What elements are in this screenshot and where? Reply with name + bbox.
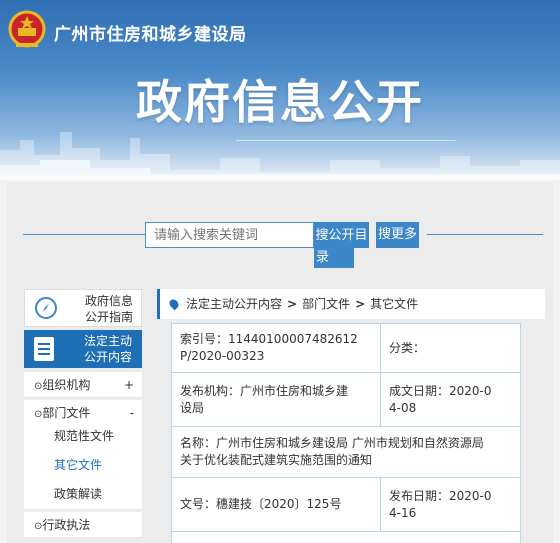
breadcrumb: 法定主动公开内容 > 部门文件 > 其它文件 bbox=[157, 289, 545, 319]
sidebar-active-label-line1: 法定主动 bbox=[83, 334, 132, 348]
doc-created-line2: 4-08 bbox=[389, 401, 417, 415]
doc-title-line2: 关于优化装配式建筑实施范围的通知 bbox=[180, 453, 373, 467]
search-button-label-line2: 录 bbox=[316, 250, 330, 265]
doc-category: 分类： bbox=[380, 323, 521, 373]
doc-index-line1: 索引号：114401000074826​12 bbox=[180, 332, 358, 346]
doc-published-line2: 4-16 bbox=[389, 506, 417, 520]
submenu-item-regulations[interactable]: 规范性文件 bbox=[24, 422, 142, 451]
sidebar-item-active-disclosure[interactable]: 法定主动 公开内容 bbox=[24, 330, 142, 368]
doc-created-date: 成文日期：2020-0 4-08 bbox=[380, 372, 521, 427]
menu-law-enforcement-label: 行政执法 bbox=[42, 518, 91, 532]
doc-issuer-line2: 设局 bbox=[180, 401, 205, 415]
doc-number: 文号：穗建技〔2020〕125号 bbox=[171, 477, 381, 532]
doc-issuer-line1: 发布机构：广州市住房和城乡建 bbox=[180, 384, 349, 398]
breadcrumb-separator-icon: > bbox=[287, 297, 298, 311]
doc-title: 名称：广州市住房和城乡建设局 广州市规划和自然资源局 关于优化装配式建筑实施范围… bbox=[171, 426, 521, 478]
sidebar-guide-label-line2: 公开指南 bbox=[84, 310, 133, 324]
search-directory-button[interactable]: 搜公开目 录 bbox=[314, 222, 369, 265]
breadcrumb-item[interactable]: 部门文件 bbox=[302, 297, 350, 311]
submenu-item-other-docs[interactable]: 其它文件 bbox=[24, 451, 142, 480]
title-divider bbox=[236, 140, 456, 141]
site-title[interactable]: 广州市住房和城乡建设局 bbox=[54, 20, 247, 45]
sidebar-active-label-line2: 公开内容 bbox=[83, 350, 132, 364]
menu-item-organization[interactable]: ⊙组织机构 + bbox=[24, 372, 142, 398]
breadcrumb-item[interactable]: 其它文件 bbox=[370, 297, 418, 311]
expand-plus-icon[interactable]: + bbox=[124, 372, 134, 398]
doc-issuer: 发布机构：广州市住房和城乡建 设局 bbox=[171, 372, 381, 427]
menu-department-docs-label: 部门文件 bbox=[42, 406, 91, 420]
compass-icon bbox=[35, 297, 57, 319]
sidebar-guide-label-line1: 政府信息 bbox=[84, 294, 133, 308]
doc-table-continuation bbox=[171, 531, 521, 543]
search-divider-left bbox=[23, 234, 147, 235]
menu-organization-label: 组织机构 bbox=[42, 378, 91, 392]
content-area: 搜公开目 录 搜更多 政府信息 公开指南 法定主动 公开内容 ⊙组织机构 + ⊙… bbox=[7, 182, 553, 543]
doc-title-line1: 名称：广州市住房和城乡建设局 广州市规划和自然资源局 bbox=[180, 436, 484, 450]
banner-title: 政府信息公开 bbox=[136, 75, 424, 129]
search-input[interactable] bbox=[145, 222, 314, 248]
national-emblem-icon bbox=[8, 10, 46, 48]
menu-item-law-enforcement[interactable]: ⊙行政执法 bbox=[24, 512, 142, 538]
header-banner: 广州市住房和城乡建设局 政府信息公开 bbox=[0, 0, 560, 180]
doc-published-date: 发布日期：2020-0 4-16 bbox=[380, 477, 521, 532]
location-pin-icon bbox=[167, 297, 181, 311]
document-list-icon bbox=[34, 337, 54, 361]
main-panel: 法定主动公开内容 > 部门文件 > 其它文件 索引号：114401000074826​1… bbox=[157, 289, 545, 543]
submenu-item-policy-interpretation[interactable]: 政策解读 bbox=[24, 480, 142, 509]
doc-created-line1: 成文日期：2020-0 bbox=[389, 384, 492, 398]
sidebar-item-guide[interactable]: 政府信息 公开指南 bbox=[24, 289, 142, 327]
search-button-label-line1: 搜公开目 bbox=[315, 228, 368, 243]
breadcrumb-separator-icon: > bbox=[355, 297, 366, 311]
doc-index-line2: P/2020-00323 bbox=[180, 349, 265, 363]
search-more-button[interactable]: 搜更多 bbox=[376, 222, 419, 248]
doc-index-number: 索引号：114401000074826​12 P/2020-00323 bbox=[171, 323, 381, 373]
doc-published-line1: 发布日期：2020-0 bbox=[389, 489, 492, 503]
breadcrumb-item[interactable]: 法定主动公开内容 bbox=[186, 297, 282, 311]
search-divider-right bbox=[427, 234, 543, 235]
